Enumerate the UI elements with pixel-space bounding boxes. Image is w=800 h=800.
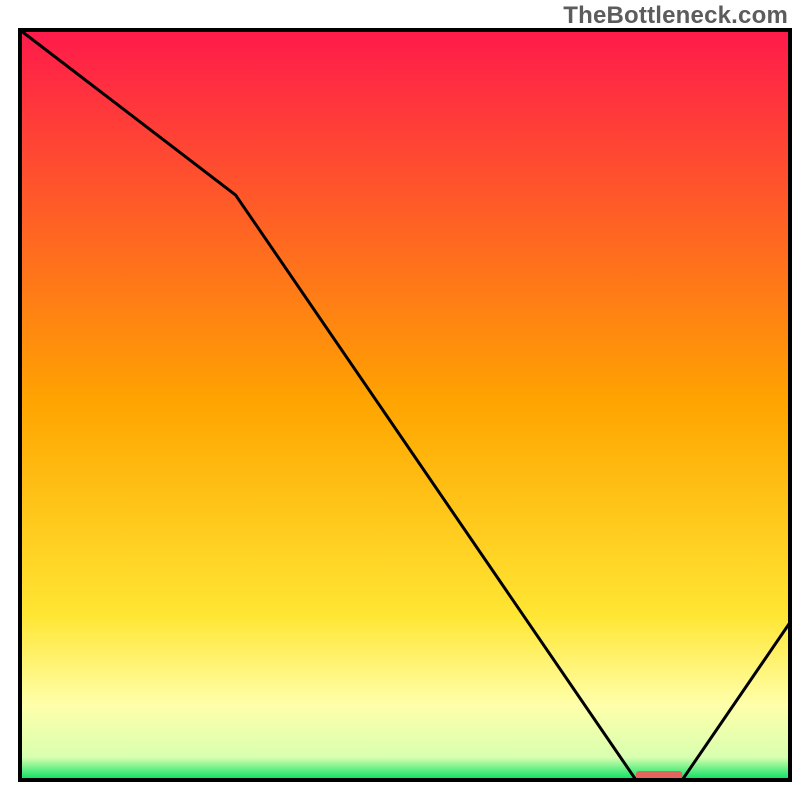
bottleneck-chart bbox=[0, 0, 800, 800]
chart-stage: TheBottleneck.com bbox=[0, 0, 800, 800]
plot-background bbox=[20, 30, 790, 780]
